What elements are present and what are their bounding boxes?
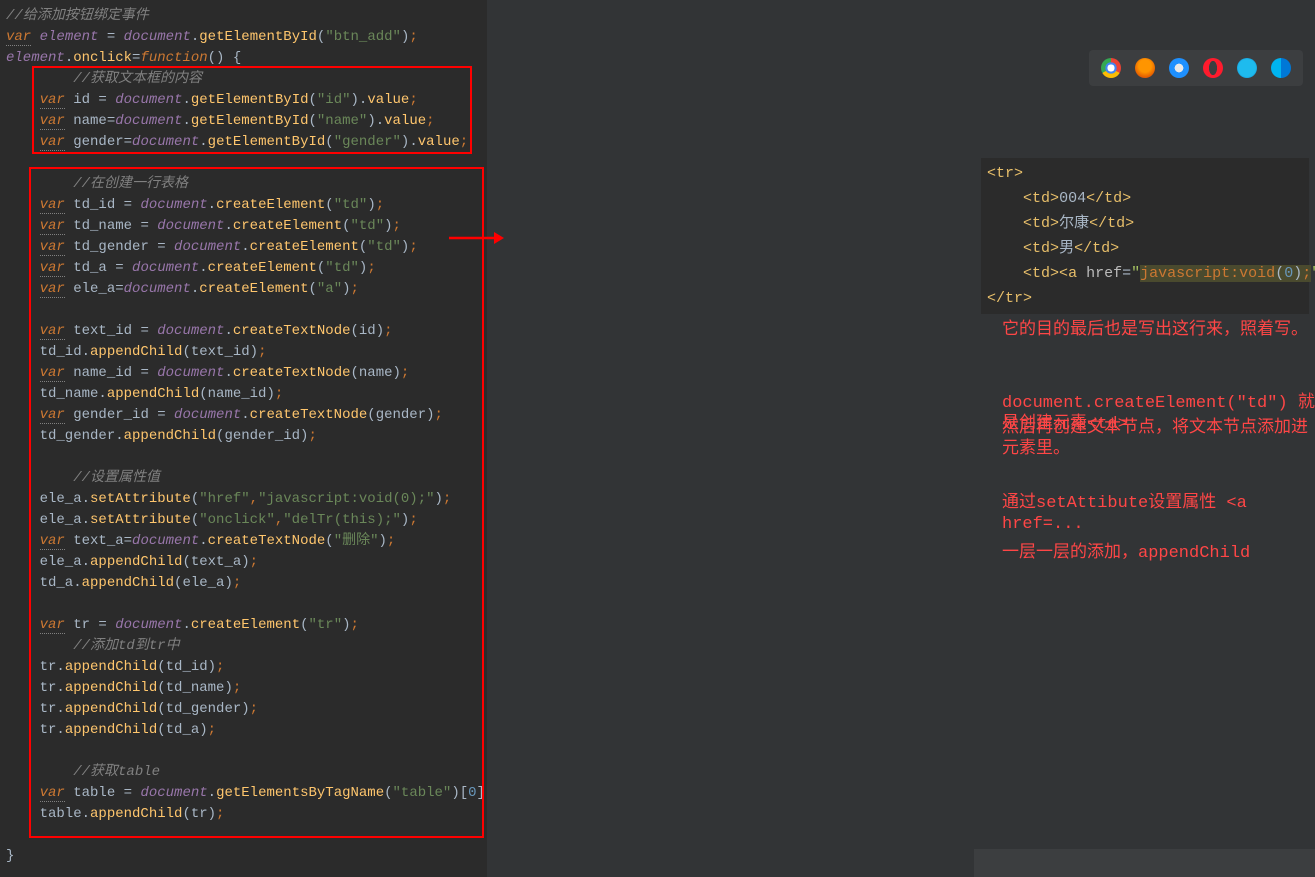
firefox-icon[interactable]	[1135, 58, 1155, 78]
annotation-note-4: 通过setAttibute设置属性 <a href=...	[1002, 493, 1315, 535]
javascript-code: //给添加按钮绑定事件 var element = document.getEl…	[6, 6, 487, 867]
safari-icon[interactable]	[1169, 58, 1189, 78]
edge-icon[interactable]	[1271, 58, 1291, 78]
annotation-note-5: 一层一层的添加，appendChild	[1002, 543, 1250, 564]
opera-icon[interactable]	[1203, 58, 1223, 78]
main-layout: //给添加按钮绑定事件 var element = document.getEl…	[0, 0, 1315, 877]
chrome-icon[interactable]	[1101, 58, 1121, 78]
browser-icons-bar	[1089, 50, 1303, 86]
ie-icon[interactable]	[1237, 58, 1257, 78]
html-output-snippet: <tr> <td>004</td> <td>尔康</td> <td>男</td>…	[981, 158, 1309, 314]
status-bar	[974, 849, 1315, 877]
code-editor-left[interactable]: //给添加按钮绑定事件 var element = document.getEl…	[0, 0, 487, 877]
preview-notes-pane: <tr> <td>004</td> <td>尔康</td> <td>男</td>…	[487, 0, 1315, 877]
arrow-icon	[449, 228, 504, 248]
annotation-note-1: 它的目的最后也是写出这行来，照着写。	[1002, 320, 1308, 341]
annotation-note-3: 然后再创建文本节点，将文本节点添加进 元素里。	[1002, 418, 1315, 460]
